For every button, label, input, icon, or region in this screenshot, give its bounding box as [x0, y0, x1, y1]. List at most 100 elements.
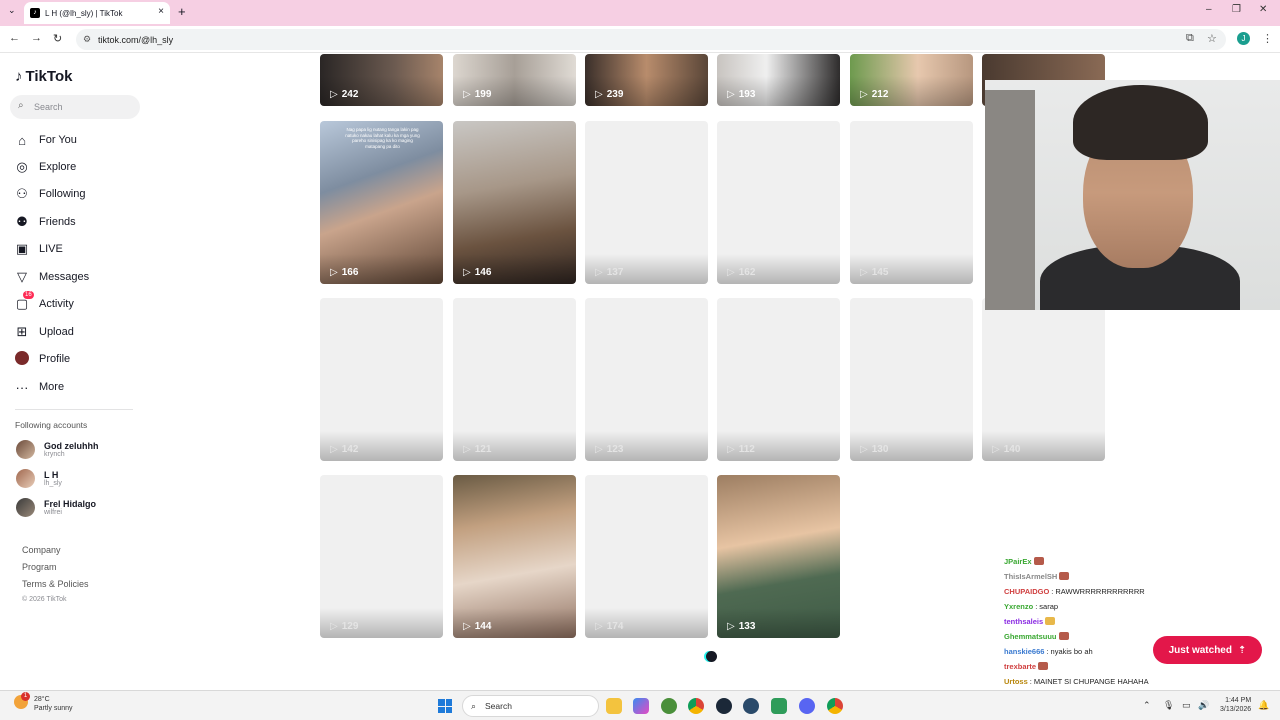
just-watched-button[interactable]: Just watched ⇡ — [1153, 636, 1262, 664]
bookmark-star-icon[interactable]: ☆ — [1207, 32, 1217, 45]
nav-for-you[interactable]: ⌂ For You — [14, 131, 77, 149]
view-count: ▷ 239 — [595, 89, 624, 100]
footer-link-company[interactable]: Company — [22, 545, 61, 555]
nav-explore[interactable]: ◎ Explore — [14, 158, 76, 176]
url-input[interactable]: ⚙ tiktok.com/@lh_sly — [76, 29, 1226, 50]
following-account[interactable]: God zeluhhh krynch — [16, 440, 99, 459]
following-account[interactable]: L H lh_sly — [16, 469, 62, 488]
search-input[interactable]: ⌕ Search — [10, 95, 140, 119]
search-icon: ⌕ — [471, 701, 477, 711]
install-app-icon[interactable]: ⧉ — [1186, 32, 1194, 45]
video-card[interactable]: ▷ 112 — [717, 298, 840, 461]
video-card[interactable]: ▷ 121 — [453, 298, 576, 461]
view-count: ▷ 144 — [463, 621, 492, 632]
footer-link-program[interactable]: Program — [22, 562, 57, 572]
window-close-icon[interactable]: ✕ — [1259, 4, 1267, 15]
nav-label: Explore — [39, 161, 77, 173]
reload-icon[interactable]: ↻ — [53, 32, 62, 45]
play-icon: ▷ — [860, 89, 868, 100]
video-card[interactable]: ▷ 199 — [453, 54, 576, 106]
video-card[interactable]: ▷ 242 — [320, 54, 443, 106]
discord-icon[interactable] — [799, 698, 815, 714]
video-card[interactable]: ▷ 142 — [320, 298, 443, 461]
tab-bar: ⌄ ♪ L H (@lh_sly) | TikTok × + – ❐ ✕ — [0, 0, 1280, 26]
weather-icon: 1 — [14, 692, 30, 709]
steam-profile-icon[interactable] — [743, 698, 759, 714]
video-card[interactable]: Nag papa lig nutang tanga lakin pag natu… — [320, 121, 443, 284]
microphone-icon[interactable]: 🎙 — [1163, 700, 1174, 711]
new-tab-icon[interactable]: + — [178, 4, 186, 19]
account-avatar — [16, 440, 35, 459]
video-card[interactable]: ▷ 174 — [585, 475, 708, 638]
browser-menu-icon[interactable]: ⋮ — [1262, 32, 1273, 45]
browser-profile-avatar[interactable]: J — [1237, 32, 1250, 45]
following-account[interactable]: Frel Hidalgo wilfrei — [16, 498, 96, 517]
taskbar-search[interactable]: ⌕ Search — [462, 695, 599, 717]
file-explorer-icon[interactable] — [606, 698, 622, 714]
play-icon: ▷ — [727, 444, 735, 455]
video-card[interactable]: ▷ 146 — [453, 121, 576, 284]
video-card[interactable]: ▷ 162 — [717, 121, 840, 284]
upload-icon: ⊞ — [16, 324, 28, 339]
emote-icon — [1038, 662, 1049, 670]
view-count: ▷ 121 — [463, 444, 492, 455]
activity-icon: ▢ 16 — [15, 291, 34, 311]
nav-label: Messages — [39, 271, 90, 283]
nav-friends[interactable]: ⚉ Friends — [14, 213, 76, 231]
clock[interactable]: 1:44 PM 3/13/2026 — [1220, 696, 1251, 714]
nav-live[interactable]: ▣ LIVE — [14, 240, 63, 258]
video-card[interactable]: ▷ 212 — [850, 54, 973, 106]
video-card[interactable]: ▷ 129 — [320, 475, 443, 638]
chrome-icon[interactable] — [688, 698, 704, 714]
tab-search-icon[interactable]: ⌄ — [8, 5, 16, 16]
close-tab-icon[interactable]: × — [158, 6, 164, 17]
video-card[interactable]: ▷ 137 — [585, 121, 708, 284]
chat-message: CHUPAIDGO: RAWWRRRRRRRRRRRR — [1004, 587, 1145, 596]
footer-link-terms[interactable]: Terms & Policies — [22, 579, 89, 589]
tiktok-logo[interactable]: ♪ TikTok — [15, 68, 72, 85]
account-handle: krynch — [44, 451, 65, 458]
account-name: Frel Hidalgo — [44, 499, 97, 509]
start-button[interactable] — [438, 699, 452, 713]
notification-icon[interactable]: 🔔 — [1258, 700, 1269, 711]
app-icon[interactable] — [771, 698, 787, 714]
nav-upload[interactable]: ⊞ Upload — [14, 323, 74, 341]
back-icon[interactable]: ← — [9, 32, 20, 44]
divider — [15, 409, 133, 410]
minimize-icon[interactable]: – — [1206, 4, 1212, 15]
site-info-icon[interactable]: ⚙ — [83, 34, 91, 45]
tray-chevron-icon[interactable]: ⌃ — [1143, 700, 1151, 711]
steam-icon[interactable] — [716, 698, 732, 714]
network-icon[interactable]: ▭ — [1182, 700, 1191, 711]
forward-icon[interactable]: → — [31, 32, 42, 44]
messages-icon: ▽ — [17, 269, 27, 284]
nav-messages[interactable]: ▽ Messages — [14, 268, 89, 286]
weather-widget[interactable]: 1 28°C Partly sunny — [14, 692, 73, 713]
browser-tab[interactable]: ♪ L H (@lh_sly) | TikTok × — [24, 2, 170, 24]
video-card[interactable]: ▷ 145 — [850, 121, 973, 284]
nav-profile[interactable]: Profile — [14, 350, 70, 368]
video-card[interactable]: ▷ 133 — [717, 475, 840, 638]
chat-message: hanskie666: nyakis bo ah — [1004, 647, 1093, 656]
nav-activity[interactable]: ▢ 16 Activity — [14, 291, 74, 313]
video-card[interactable]: ▷ 144 — [453, 475, 576, 638]
url-text: tiktok.com/@lh_sly — [98, 34, 174, 45]
play-icon: ▷ — [595, 267, 603, 278]
copilot-icon[interactable] — [633, 698, 649, 714]
video-card[interactable]: ▷ 239 — [585, 54, 708, 106]
video-card[interactable]: ▷ 140 — [982, 298, 1105, 461]
video-card[interactable]: ▷ 123 — [585, 298, 708, 461]
view-count: ▷ 130 — [860, 444, 889, 455]
video-card[interactable]: ▷ 130 — [850, 298, 973, 461]
volume-icon[interactable]: 🔊 — [1198, 700, 1209, 711]
friends-icon: ⚉ — [16, 214, 28, 229]
chrome-app-icon[interactable] — [661, 698, 677, 714]
chrome-active-icon[interactable] — [827, 698, 843, 714]
view-count: ▷ 129 — [330, 621, 359, 632]
nav-following[interactable]: ⚇ Following — [14, 185, 85, 203]
play-icon: ▷ — [595, 89, 603, 100]
restore-icon[interactable]: ❐ — [1232, 4, 1241, 15]
video-card[interactable]: ▷ 193 — [717, 54, 840, 106]
nav-more[interactable]: ··· More — [14, 378, 65, 396]
view-count: ▷ 242 — [330, 89, 359, 100]
